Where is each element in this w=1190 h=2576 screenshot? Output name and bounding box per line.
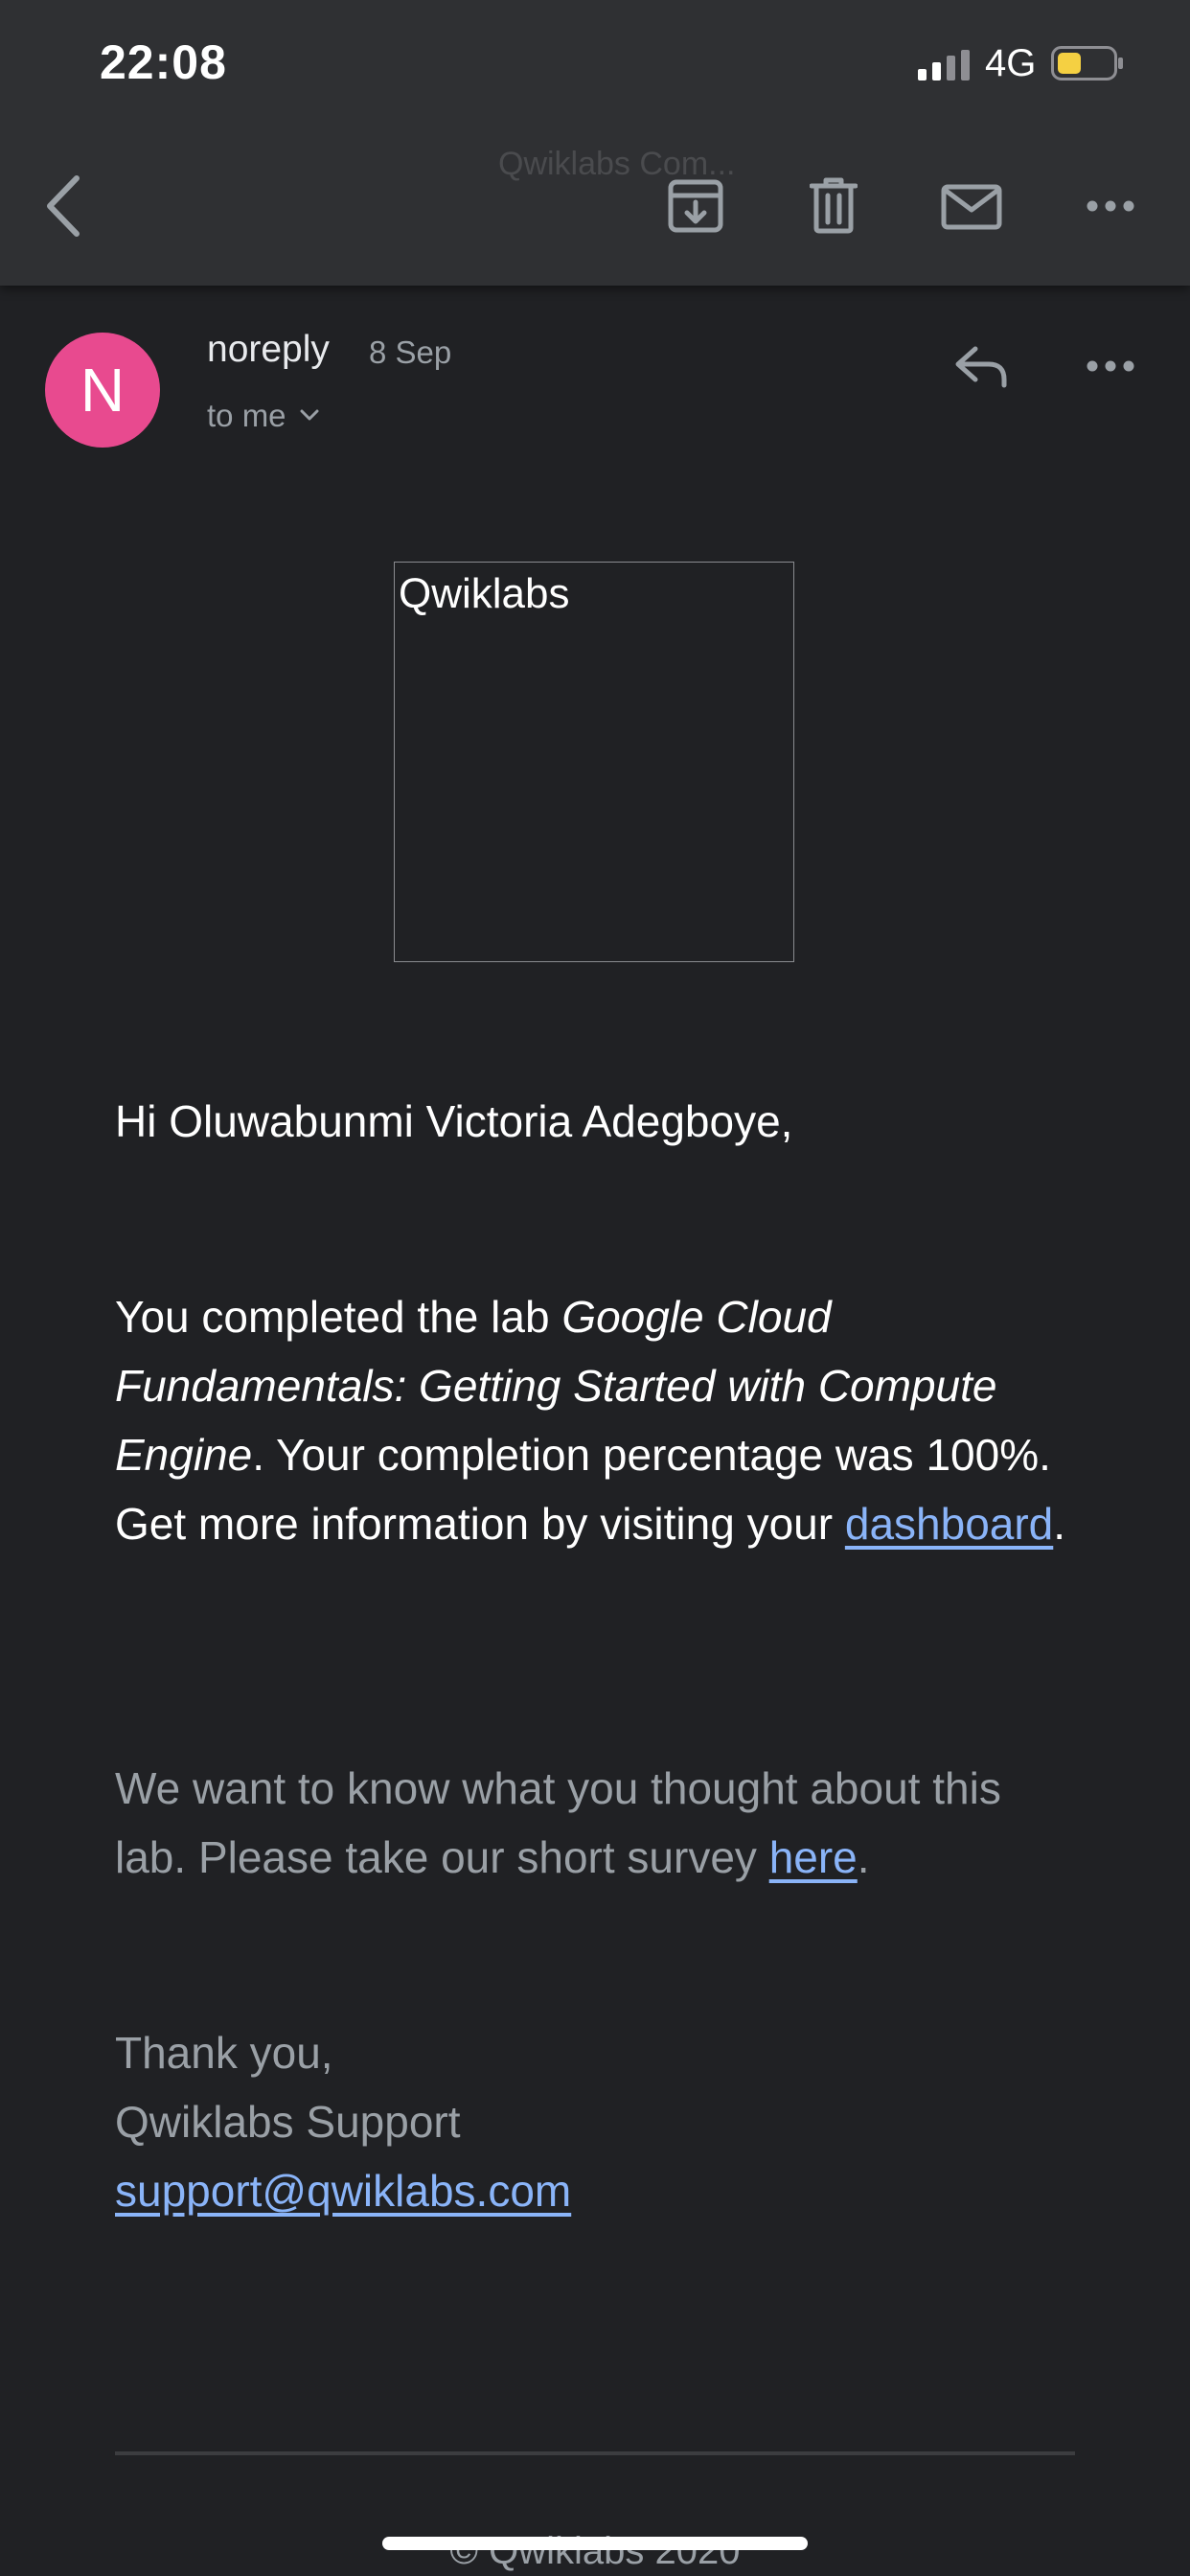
completion-prefix: You completed the lab: [115, 1292, 562, 1342]
recipient-details-toggle[interactable]: to me: [207, 398, 319, 434]
more-horizontal-icon[interactable]: [1087, 199, 1134, 213]
qwiklabs-logo-image: Qwiklabs: [394, 562, 794, 962]
survey-paragraph: We want to know what you thought about t…: [115, 1754, 1083, 1892]
avatar[interactable]: N: [45, 333, 160, 448]
signoff: Thank you, Qwiklabs Support support@qwik…: [115, 2018, 1083, 2225]
support-email-link[interactable]: support@qwiklabs.com: [115, 2156, 1083, 2225]
home-indicator[interactable]: [382, 2537, 808, 2550]
trash-icon[interactable]: [810, 176, 858, 234]
chevron-down-icon: [300, 409, 319, 421]
cellular-signal-icon: [918, 50, 970, 80]
greeting: Hi Oluwabunmi Victoria Adegboye,: [115, 1096, 793, 1146]
recipient-label: to me: [207, 398, 286, 433]
chevron-left-icon[interactable]: [42, 174, 84, 238]
battery-icon: [1051, 46, 1123, 80]
completion-paragraph: You completed the lab Google Cloud Funda…: [115, 1282, 1083, 1558]
status-time: 22:08: [100, 35, 227, 89]
logo-alt-text: Qwiklabs: [399, 570, 570, 617]
archive-icon[interactable]: [667, 178, 724, 234]
footer-divider: [115, 2451, 1075, 2455]
network-type: 4G: [985, 42, 1037, 84]
more-horizontal-icon[interactable]: [1087, 359, 1134, 373]
signoff-thanks: Thank you,: [115, 2028, 333, 2078]
top-bar: 22:08 4G Qwiklabs Com...: [0, 0, 1190, 286]
completion-suffix: .: [1053, 1499, 1066, 1549]
message-date: 8 Sep: [369, 334, 452, 370]
survey-link[interactable]: here: [769, 1832, 858, 1882]
envelope-icon[interactable]: [941, 184, 1002, 230]
dashboard-link[interactable]: dashboard: [845, 1499, 1053, 1549]
survey-suffix: .: [857, 1832, 870, 1882]
sender-name: noreply: [207, 329, 330, 370]
reply-icon[interactable]: [954, 343, 1010, 389]
signoff-team: Qwiklabs Support: [115, 2097, 461, 2147]
